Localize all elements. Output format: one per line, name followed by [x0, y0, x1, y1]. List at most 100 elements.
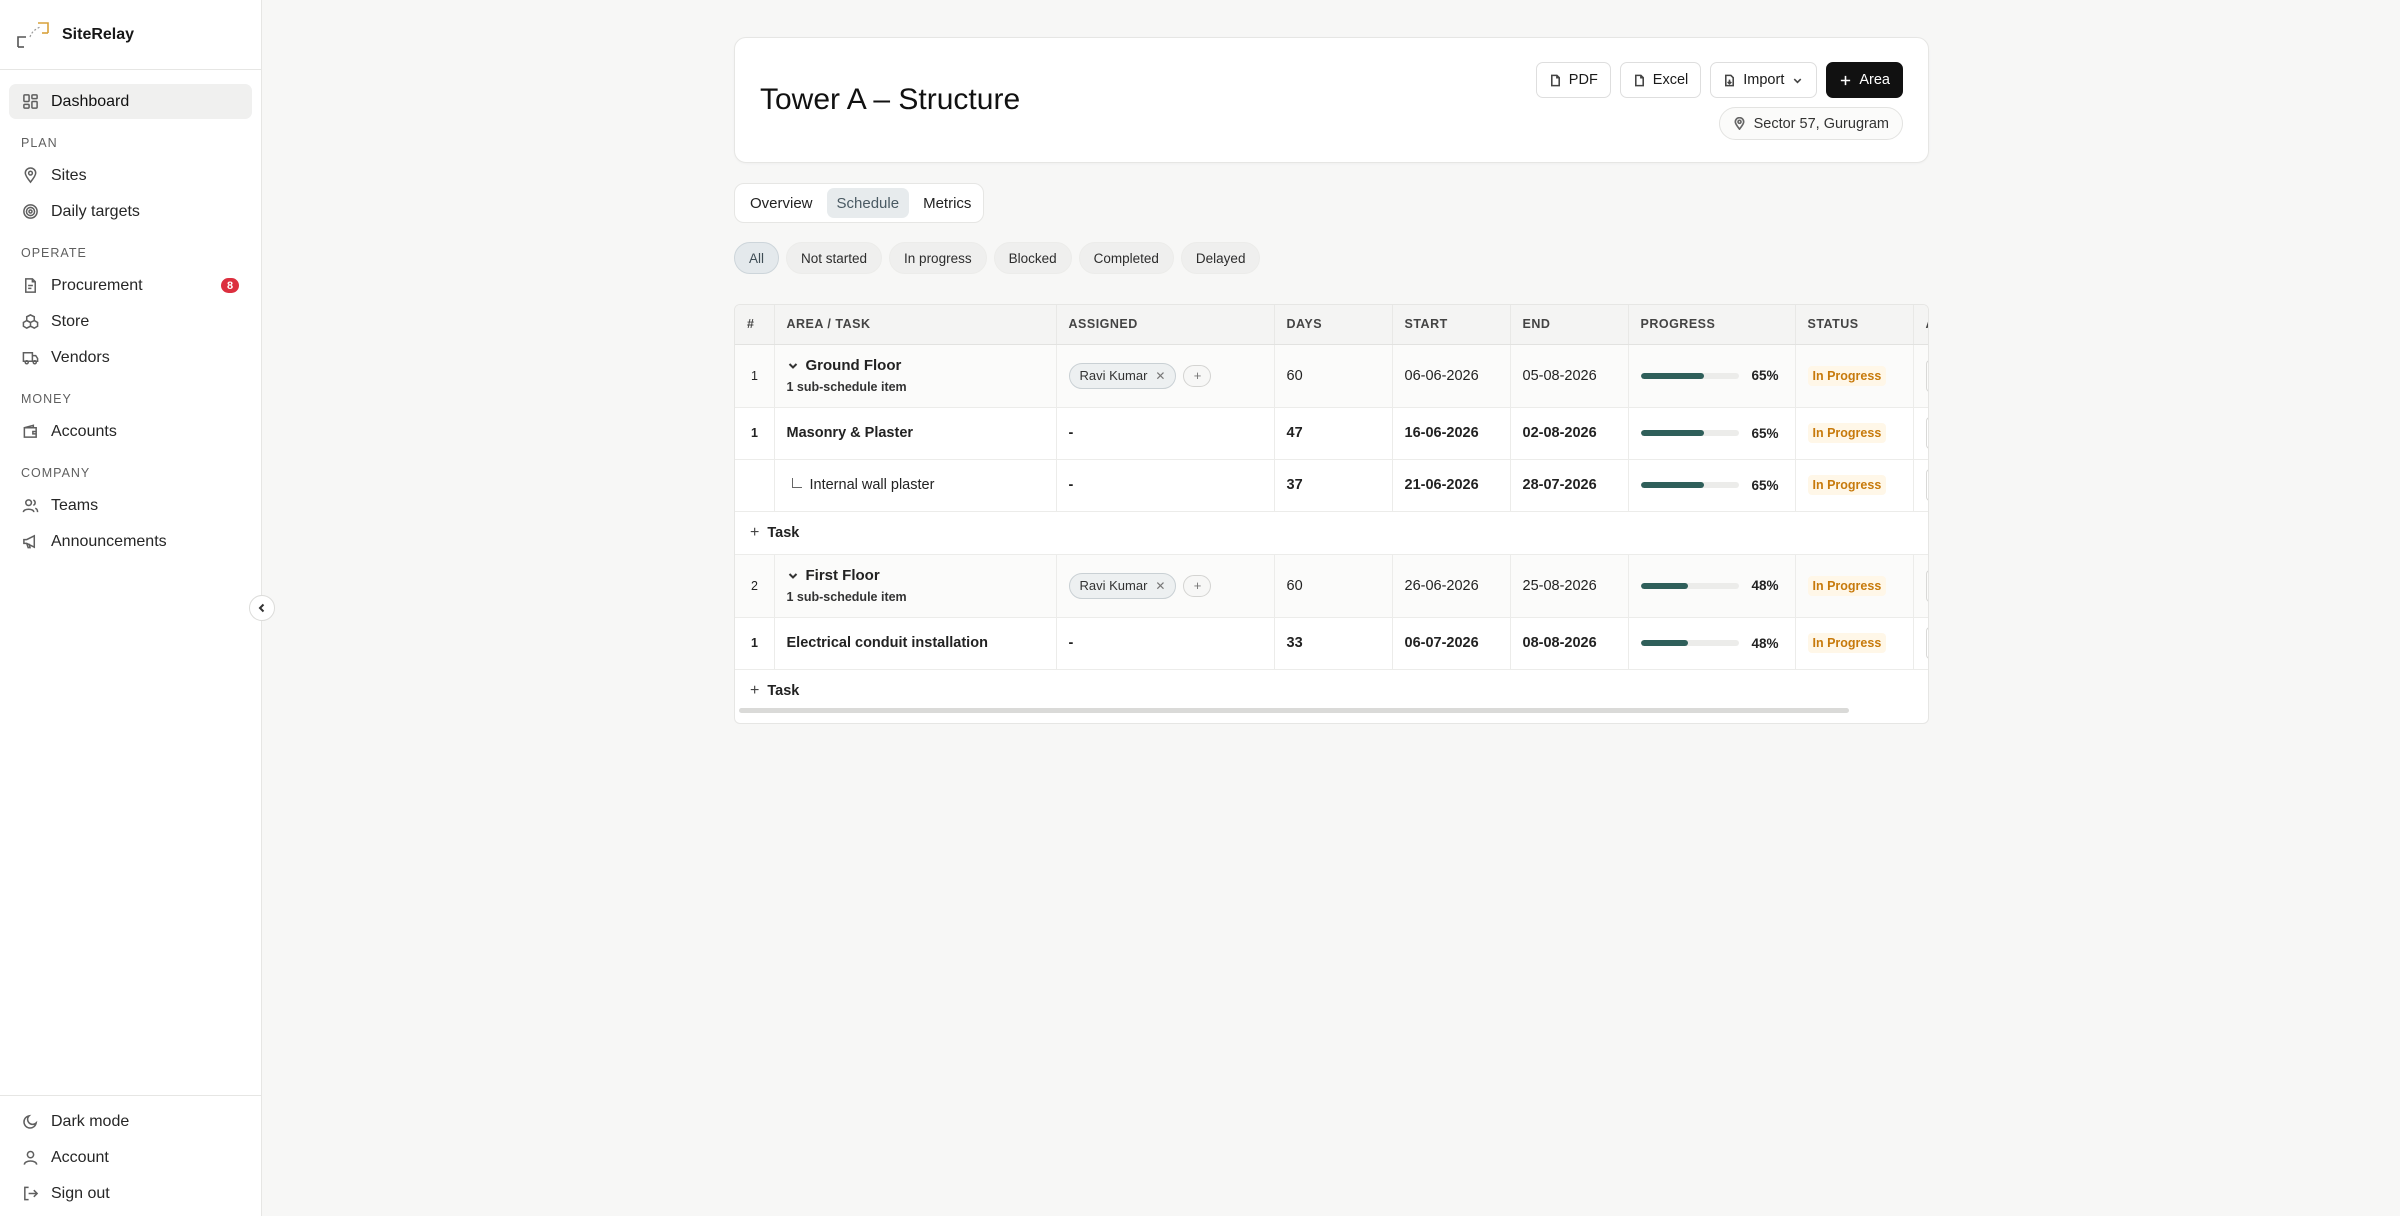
progress-bar — [1640, 640, 1739, 646]
file-icon — [25, 278, 36, 293]
map-pin-icon — [1734, 117, 1745, 130]
sidebar-item-store[interactable]: Store — [9, 304, 252, 339]
task-row[interactable]: 1 Electrical conduit installation - 33 0… — [735, 617, 1928, 670]
assignee-name: Ravi Kumar — [1079, 368, 1148, 383]
row-action-button[interactable] — [1925, 569, 1928, 602]
column-header[interactable]: STATUS — [1795, 305, 1914, 345]
row-action-button[interactable] — [1925, 359, 1928, 392]
sidebar-item-sites[interactable]: Sites — [9, 158, 252, 193]
column-header[interactable]: DAYS — [1274, 305, 1393, 345]
sidebar-footer: Dark mode Account Sign out — [0, 1095, 261, 1216]
export-pdf-button[interactable]: PDF — [1535, 62, 1611, 98]
dashboard-icon — [23, 94, 38, 109]
horizontal-scrollbar[interactable] — [739, 708, 1849, 713]
add-area-label: Area — [1859, 72, 1890, 88]
tab-overview[interactable]: Overview — [740, 188, 823, 218]
row-action-button[interactable] — [1925, 469, 1928, 501]
assigned-cell: Ravi Kumar ✕ + — [1056, 554, 1275, 618]
tree-branch-icon — [791, 478, 802, 488]
column-header[interactable]: START — [1392, 305, 1511, 345]
column-header[interactable]: PROGRESS — [1628, 305, 1796, 345]
column-header[interactable]: ASSIGNED — [1056, 305, 1275, 345]
header-actions: PDF Excel Import Area — [1535, 62, 1903, 98]
progress-percent: 65% — [1751, 477, 1779, 493]
add-task-button[interactable]: + Task — [748, 524, 1928, 542]
filter-not-started[interactable]: Not started — [786, 242, 883, 274]
chevron-down-icon — [1794, 78, 1802, 83]
filter-all[interactable]: All — [734, 242, 780, 274]
sign-out-button[interactable]: Sign out — [9, 1176, 252, 1211]
filter-in-progress[interactable]: In progress — [889, 242, 987, 274]
progress-percent: 48% — [1751, 635, 1779, 651]
filter-completed[interactable]: Completed — [1078, 242, 1174, 274]
add-task-row: + Task — [735, 669, 1928, 712]
task-name: Masonry & Plaster — [774, 407, 1057, 460]
pdf-label: PDF — [1568, 72, 1598, 88]
file-icon — [1550, 74, 1560, 86]
start-date: 26-06-2026 — [1392, 554, 1511, 618]
sidebar-item-announcements[interactable]: Announcements — [9, 524, 252, 559]
assigned-cell: - — [1056, 617, 1275, 670]
filter-delayed[interactable]: Delayed — [1180, 242, 1261, 274]
progress-cell: 65% — [1628, 407, 1796, 460]
actions-cell — [1913, 459, 1928, 512]
progress-percent: 48% — [1751, 578, 1779, 593]
location-badge: Sector 57, Gurugram — [1718, 107, 1903, 140]
sidebar-item-accounts[interactable]: Accounts — [9, 414, 252, 449]
plus-icon — [1841, 75, 1851, 85]
sidebar-item-label: Dashboard — [51, 92, 130, 110]
section-operate: OPERATE — [21, 246, 87, 260]
dark-mode-toggle[interactable]: Dark mode — [9, 1104, 252, 1139]
column-header[interactable]: A — [1913, 305, 1928, 345]
end-date: 08-08-2026 — [1510, 617, 1629, 670]
import-dropdown-button[interactable]: Import — [1710, 62, 1818, 98]
area-cell: Ground Floor 1 sub-schedule item — [774, 344, 1057, 408]
column-header[interactable]: END — [1510, 305, 1629, 345]
task-name: Electrical conduit installation — [774, 617, 1057, 670]
assigned-cell: Ravi Kumar ✕ + — [1056, 344, 1275, 408]
target-icon — [23, 204, 38, 219]
area-row[interactable]: 1 Ground Floor 1 sub-schedule item Ravi … — [735, 344, 1928, 408]
table-header-row: # AREA / TASK ASSIGNED DAYS START END PR… — [735, 305, 1928, 345]
subtask-row[interactable]: Internal wall plaster - 37 21-06-2026 28… — [735, 459, 1928, 512]
assigned-cell: - — [1056, 407, 1275, 460]
sidebar-item-daily-targets[interactable]: Daily targets — [9, 194, 252, 229]
add-area-button[interactable]: Area — [1826, 62, 1903, 98]
area-toggle[interactable]: First Floor — [787, 567, 1056, 584]
column-header[interactable]: AREA / TASK — [774, 305, 1057, 345]
sidebar: SiteRelay Dashboard PLAN Sites Daily tar… — [0, 0, 262, 1216]
add-assignee-button[interactable]: + — [1183, 574, 1212, 597]
add-task-button[interactable]: + Task — [748, 681, 1928, 700]
plus-icon: + — [750, 681, 760, 699]
assignee-chip[interactable]: Ravi Kumar ✕ — [1068, 362, 1177, 389]
assignee-chip[interactable]: Ravi Kumar ✕ — [1068, 572, 1177, 599]
section-plan: PLAN — [21, 136, 58, 150]
actions-cell — [1913, 344, 1928, 408]
row-action-button[interactable] — [1925, 627, 1928, 659]
sidebar-item-label: Store — [51, 312, 90, 330]
remove-assignee-icon[interactable]: ✕ — [1155, 579, 1165, 593]
tab-schedule[interactable]: Schedule — [826, 188, 910, 218]
sidebar-item-vendors[interactable]: Vendors — [9, 340, 252, 375]
import-label: Import — [1743, 72, 1785, 88]
sidebar-item-teams[interactable]: Teams — [9, 488, 252, 523]
sidebar-item-dashboard[interactable]: Dashboard — [9, 84, 252, 119]
area-row[interactable]: 2 First Floor 1 sub-schedule item Ravi K… — [735, 554, 1928, 618]
filter-blocked[interactable]: Blocked — [993, 242, 1072, 274]
status-cell: In Progress — [1795, 617, 1914, 670]
row-index: 2 — [735, 554, 775, 618]
account-link[interactable]: Account — [9, 1140, 252, 1175]
tab-metrics[interactable]: Metrics — [913, 188, 981, 218]
task-row[interactable]: 1 Masonry & Plaster - 47 16-06-2026 02-0… — [735, 407, 1928, 460]
remove-assignee-icon[interactable]: ✕ — [1155, 369, 1165, 383]
collapse-sidebar-button[interactable] — [249, 595, 275, 621]
add-assignee-button[interactable]: + — [1183, 364, 1212, 387]
sidebar-item-procurement[interactable]: Procurement 8 — [9, 268, 252, 303]
boxes-icon — [22, 314, 39, 329]
progress-percent: 65% — [1751, 368, 1779, 383]
area-toggle[interactable]: Ground Floor — [787, 357, 1056, 374]
brand[interactable]: SiteRelay — [0, 0, 261, 70]
export-excel-button[interactable]: Excel — [1619, 62, 1702, 98]
column-header[interactable]: # — [735, 305, 775, 345]
row-action-button[interactable] — [1925, 417, 1928, 449]
